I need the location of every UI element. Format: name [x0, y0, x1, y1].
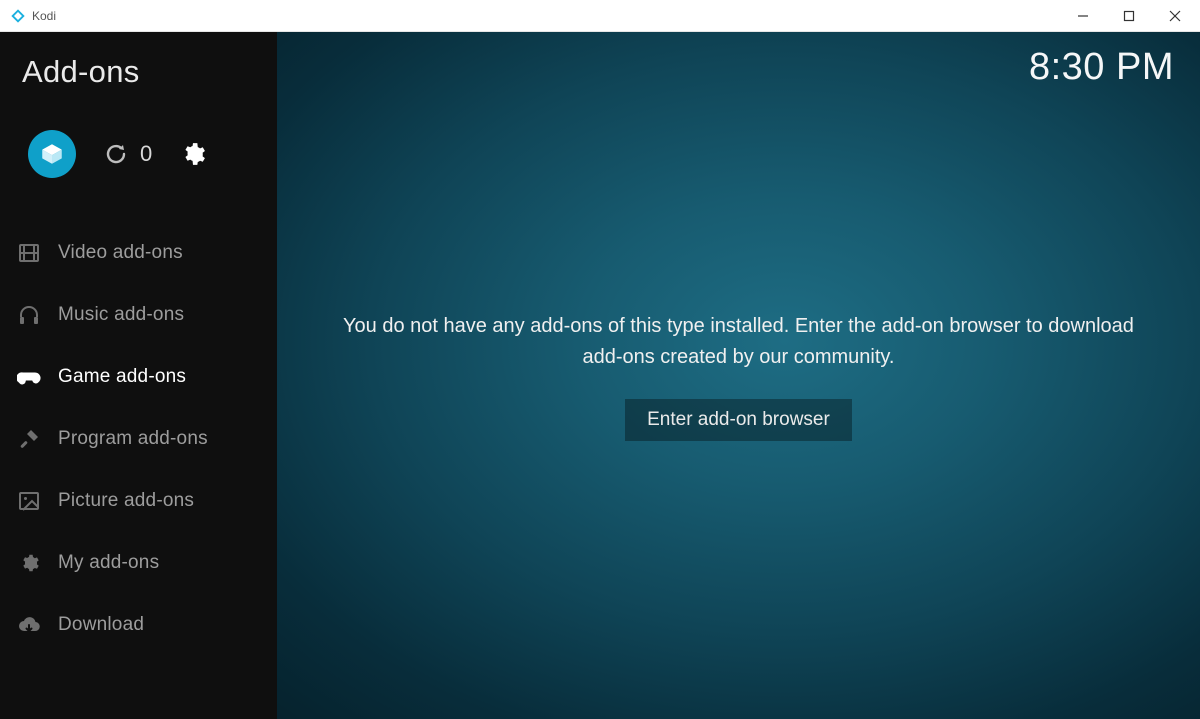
page-title: Add-ons [0, 50, 277, 90]
kodi-logo-icon [10, 8, 26, 24]
sidebar-top-icons: 0 [0, 90, 277, 212]
sidebar-item-label: My add-ons [58, 552, 159, 574]
titlebar: Kodi [0, 0, 1200, 32]
sidebar-item-picture-addons[interactable]: Picture add-ons [0, 470, 277, 532]
sidebar: Add-ons 0 [0, 32, 277, 719]
settings-button[interactable] [180, 141, 206, 167]
enter-addon-browser-button[interactable]: Enter add-on browser [625, 399, 852, 441]
main-panel: 8:30 PM You do not have any add-ons of t… [277, 32, 1200, 719]
sidebar-item-video-addons[interactable]: Video add-ons [0, 222, 277, 284]
film-icon [16, 241, 42, 265]
sidebar-item-label: Game add-ons [58, 366, 186, 388]
close-button[interactable] [1152, 0, 1198, 32]
gamepad-icon [16, 365, 42, 389]
sidebar-item-program-addons[interactable]: Program add-ons [0, 408, 277, 470]
tools-icon [16, 427, 42, 451]
sidebar-item-game-addons[interactable]: Game add-ons [0, 346, 277, 408]
minimize-button[interactable] [1060, 0, 1106, 32]
clock: 8:30 PM [1029, 46, 1174, 89]
sidebar-item-label: Picture add-ons [58, 490, 194, 512]
sidebar-item-download[interactable]: Download [0, 594, 277, 656]
cloud-down-icon [16, 613, 42, 637]
headphones-icon [16, 303, 42, 327]
sidebar-item-label: Download [58, 614, 144, 636]
image-icon [16, 489, 42, 513]
sidebar-item-label: Video add-ons [58, 242, 183, 264]
app: Add-ons 0 [0, 32, 1200, 719]
puzzle-gear-icon [16, 551, 42, 575]
window-title: Kodi [32, 9, 56, 23]
updates-indicator[interactable]: 0 [104, 141, 152, 167]
package-button[interactable] [28, 130, 76, 178]
sidebar-item-music-addons[interactable]: Music add-ons [0, 284, 277, 346]
sidebar-nav: Video add-ons Music add-ons Game add-ons… [0, 212, 277, 656]
maximize-button[interactable] [1106, 0, 1152, 32]
sidebar-item-label: Music add-ons [58, 304, 184, 326]
sidebar-item-label: Program add-ons [58, 428, 208, 450]
updates-count: 0 [140, 141, 152, 167]
empty-state-message: You do not have any add-ons of this type… [333, 311, 1144, 373]
sidebar-item-my-addons[interactable]: My add-ons [0, 532, 277, 594]
